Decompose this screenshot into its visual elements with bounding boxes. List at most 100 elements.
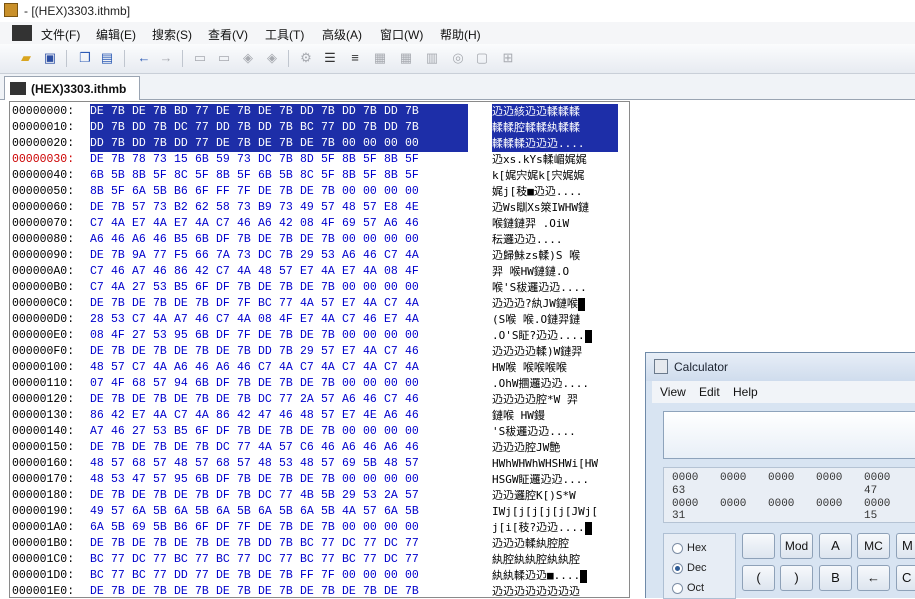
hex-byte[interactable]: DE	[216, 104, 237, 120]
hex-byte[interactable]: 7F	[237, 296, 258, 312]
hex-bytes-row[interactable]: DE 7B 57 73 B2 62 58 73 B9 73 49 57 48 57 E8 4E	[90, 200, 468, 216]
calc-menu-help[interactable]: Help	[733, 385, 758, 399]
hex-byte[interactable]: 7B	[321, 472, 342, 488]
hex-byte[interactable]: 46	[363, 312, 384, 328]
hex-byte[interactable]: 57	[321, 344, 342, 360]
hex-byte[interactable]: DE	[300, 280, 321, 296]
hex-bytes-row[interactable]: DE 7B DE 7B DE 7B DF 7F BC 77 4A 57 E7 4A C7 4A	[90, 296, 468, 312]
hex-bytes-row[interactable]: DD 7B DD 7B DD 77 DE 7B DE 7B DE 7B 00 00 00 00	[90, 136, 468, 152]
hex-byte[interactable]: 7B	[237, 280, 258, 296]
hex-byte[interactable]: 8D	[300, 152, 321, 168]
hex-byte[interactable]: 6A	[258, 504, 279, 520]
menu-edit[interactable]: 编辑(E)	[96, 26, 136, 43]
back-arrow-icon[interactable]: ←	[136, 50, 152, 66]
hex-byte[interactable]: DE	[258, 584, 279, 597]
hex-byte[interactable]: DD	[132, 136, 153, 152]
hex-byte[interactable]: 86	[90, 408, 111, 424]
hex-byte[interactable]: 95	[174, 472, 195, 488]
hex-byte[interactable]: DE	[90, 584, 111, 597]
hex-byte[interactable]: 57	[321, 200, 342, 216]
hex-byte[interactable]: 29	[300, 344, 321, 360]
hex-byte[interactable]: 7B	[279, 328, 300, 344]
hex-byte[interactable]: 77	[195, 136, 216, 152]
hex-byte[interactable]: 00	[384, 184, 405, 200]
hex-byte[interactable]: 48	[300, 456, 321, 472]
hex-byte[interactable]: 5B	[195, 504, 216, 520]
hex-bytes-row[interactable]: DE 7B DE 7B DE 7B DF 7B DC 77 4B 5B 29 53 2A 57	[90, 488, 468, 504]
hex-byte[interactable]: 77	[153, 552, 174, 568]
hex-byte[interactable]: 57	[405, 488, 426, 504]
grid-alt-icon[interactable]: ▦	[398, 50, 414, 66]
hex-byte[interactable]: C7	[174, 408, 195, 424]
hex-byte[interactable]: E7	[342, 344, 363, 360]
hex-byte[interactable]: DF	[216, 424, 237, 440]
hex-byte[interactable]: 77	[237, 552, 258, 568]
hex-byte[interactable]: 07	[90, 376, 111, 392]
hex-byte[interactable]: 7B	[321, 280, 342, 296]
ascii-row[interactable]: 喉'S秡邏辸辸....	[492, 280, 618, 296]
hex-byte[interactable]: 00	[342, 184, 363, 200]
hex-byte[interactable]: 57	[321, 408, 342, 424]
hex-byte[interactable]: 7B	[321, 424, 342, 440]
hex-byte[interactable]: DE	[90, 248, 111, 264]
hex-byte[interactable]: BC	[300, 120, 321, 136]
hex-byte[interactable]: 7B	[153, 104, 174, 120]
hex-byte[interactable]: 95	[174, 328, 195, 344]
hex-byte[interactable]: 77	[111, 552, 132, 568]
hex-byte[interactable]: 6A	[300, 504, 321, 520]
hex-byte[interactable]: 7B	[405, 120, 426, 136]
hex-byte[interactable]: A6	[384, 216, 405, 232]
hex-byte[interactable]: 7B	[279, 520, 300, 536]
calc-blank-button[interactable]	[742, 533, 775, 559]
hex-byte[interactable]: DD	[342, 104, 363, 120]
hex-byte[interactable]: 5F	[321, 168, 342, 184]
hex-byte[interactable]: 73	[237, 248, 258, 264]
hex-bytes-row[interactable]: 48 57 C7 4A A6 46 A6 46 C7 4A C7 4A C7 4A C7 4A	[90, 360, 468, 376]
hex-byte[interactable]: C7	[90, 216, 111, 232]
hex-byte[interactable]: C7	[342, 360, 363, 376]
hex-byte[interactable]: DE	[216, 344, 237, 360]
hex-byte[interactable]: 00	[384, 232, 405, 248]
hex-byte[interactable]: 57	[321, 392, 342, 408]
hex-byte[interactable]: C7	[132, 312, 153, 328]
hex-byte[interactable]: 7B	[153, 136, 174, 152]
hex-byte[interactable]: 7B	[321, 328, 342, 344]
hex-byte[interactable]: BD	[174, 104, 195, 120]
hex-byte[interactable]: B5	[174, 280, 195, 296]
hex-byte[interactable]: DE	[132, 584, 153, 597]
hex-byte[interactable]: DF	[216, 232, 237, 248]
hex-byte[interactable]: 77	[195, 552, 216, 568]
hex-byte[interactable]: 7B	[279, 376, 300, 392]
forward-arrow-icon[interactable]: →	[158, 50, 174, 66]
hex-byte[interactable]: 4A	[405, 360, 426, 376]
hex-byte[interactable]: DE	[90, 296, 111, 312]
hex-byte[interactable]: A7	[132, 264, 153, 280]
hex-byte[interactable]: DE	[216, 584, 237, 597]
hex-byte[interactable]: 6B	[195, 472, 216, 488]
hex-byte[interactable]: DE	[174, 296, 195, 312]
hex-byte[interactable]: BC	[132, 568, 153, 584]
hex-byte[interactable]: 73	[279, 200, 300, 216]
hex-byte[interactable]: 7B	[363, 104, 384, 120]
hex-byte[interactable]: DE	[258, 184, 279, 200]
hex-byte[interactable]: C7	[384, 392, 405, 408]
hex-byte[interactable]: 8B	[342, 152, 363, 168]
hex-byte[interactable]: BC	[216, 552, 237, 568]
hex-byte[interactable]: 7A	[216, 248, 237, 264]
hex-byte[interactable]: 4A	[195, 408, 216, 424]
hex-byte[interactable]: 78	[132, 152, 153, 168]
hex-byte[interactable]: E7	[132, 408, 153, 424]
hex-byte[interactable]: BC	[300, 552, 321, 568]
list-icon[interactable]: ≡	[347, 50, 363, 66]
memory-button[interactable]: M	[896, 533, 915, 559]
hex-byte[interactable]: FF	[216, 184, 237, 200]
hex-byte[interactable]: B5	[174, 232, 195, 248]
hex-byte[interactable]: A6	[384, 440, 405, 456]
hex-byte[interactable]: DC	[384, 536, 405, 552]
hex-byte[interactable]: 53	[111, 312, 132, 328]
hex-byte[interactable]: B6	[174, 520, 195, 536]
hex-byte[interactable]: 68	[132, 376, 153, 392]
hex-byte[interactable]: 7B	[279, 584, 300, 597]
calc-menu-edit[interactable]: Edit	[699, 385, 720, 399]
hex-byte[interactable]: 00	[363, 520, 384, 536]
